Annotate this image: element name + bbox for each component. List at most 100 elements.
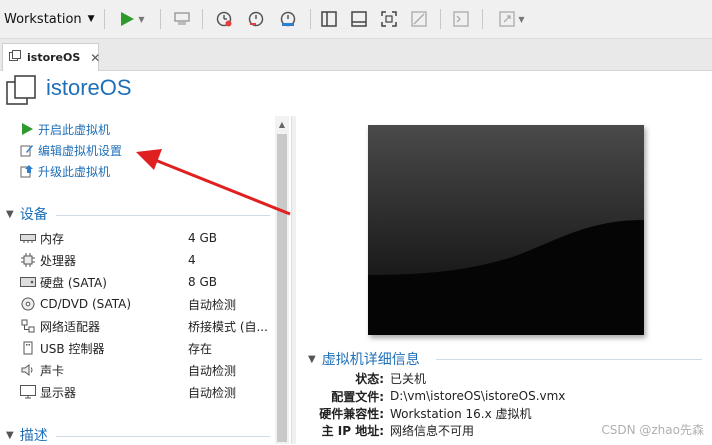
device-value: 自动检测 <box>188 385 237 400</box>
edit-vm-settings-link[interactable]: 编辑虚拟机设置 <box>20 141 122 159</box>
detail-value: 已关机 <box>390 371 427 386</box>
sound-card-icon <box>20 363 36 377</box>
device-row-memory[interactable]: 内存 4 GB <box>20 228 270 248</box>
power-on-button[interactable]: ▼ <box>112 6 152 32</box>
vm-icon <box>9 50 21 65</box>
device-value: 4 <box>188 253 196 267</box>
library-view-icon <box>321 11 337 27</box>
collapse-icon: ▼ <box>308 353 316 365</box>
unity-button[interactable] <box>408 6 430 32</box>
vm-icon <box>6 75 36 110</box>
section-title: 虚拟机详细信息 <box>321 352 420 368</box>
snapshot-manager-icon <box>279 10 297 28</box>
toolbar-divider <box>160 9 161 29</box>
detail-value: Workstation 16.x 虚拟机 <box>390 406 532 421</box>
device-name: 处理器 <box>40 253 77 268</box>
device-value: 4 GB <box>188 231 217 245</box>
cd-dvd-icon <box>20 297 36 311</box>
chevron-down-icon: ▼ <box>518 14 525 24</box>
page-title: istoreOS <box>46 75 132 100</box>
power-on-vm-link[interactable]: 开启此虚拟机 <box>20 120 110 138</box>
scrollbar-thumb[interactable] <box>277 134 287 442</box>
detail-label: 配置文件: <box>331 389 384 404</box>
console-view-button[interactable] <box>348 6 370 32</box>
tab-label: istoreOS <box>27 51 81 64</box>
toolbar-divider <box>440 9 441 29</box>
workstation-menu[interactable]: Workstation ▼ <box>4 6 96 32</box>
action-label: 开启此虚拟机 <box>38 122 111 137</box>
vm-screen-preview[interactable] <box>368 125 644 335</box>
detail-row-config-file: 配置文件: D:\vm\istoreOS\istoreOS.vmx <box>300 387 700 405</box>
usb-icon <box>20 341 36 355</box>
toolbar-divider <box>310 9 311 29</box>
detail-label: 状态: <box>355 371 384 386</box>
device-name: USB 控制器 <box>40 341 105 356</box>
library-view-button[interactable] <box>318 6 340 32</box>
console-view-icon <box>351 11 367 27</box>
unity-icon <box>411 11 427 27</box>
device-value: 存在 <box>188 341 213 356</box>
revert-snapshot-button[interactable] <box>244 6 268 32</box>
terminal-button[interactable] <box>450 6 472 32</box>
terminal-icon <box>453 11 469 27</box>
full-screen-button[interactable] <box>378 6 400 32</box>
device-value: 桥接模式 (自... <box>188 319 268 334</box>
description-section-header[interactable]: ▼ 描述 <box>6 425 48 445</box>
action-label: 编辑虚拟机设置 <box>38 143 123 158</box>
send-ctrl-alt-del-button[interactable] <box>170 6 194 32</box>
tab-strip: istoreOS ✕ <box>0 39 712 71</box>
section-divider <box>56 215 270 216</box>
detail-value: D:\vm\istoreOS\istoreOS.vmx <box>390 389 566 403</box>
device-value: 8 GB <box>188 275 217 289</box>
stretch-button[interactable]: ▼ <box>492 6 532 32</box>
device-value: 自动检测 <box>188 297 237 312</box>
device-row-hard-disk[interactable]: 硬盘 (SATA) 8 GB <box>20 272 270 292</box>
device-row-network-adapter[interactable]: 网络适配器 桥接模式 (自... <box>20 316 270 336</box>
toolbar-divider <box>482 9 483 29</box>
play-icon <box>119 11 135 27</box>
memory-icon <box>20 231 36 245</box>
close-icon[interactable]: ✕ <box>90 51 100 65</box>
vm-details-section-header[interactable]: ▼ 虚拟机详细信息 <box>308 349 420 369</box>
device-name: 显示器 <box>40 385 77 400</box>
toolbar-divider <box>104 9 105 29</box>
processor-icon <box>20 253 36 267</box>
tab-istoreos[interactable]: istoreOS ✕ <box>2 43 100 71</box>
network-adapter-icon <box>20 319 36 333</box>
snapshot-manager-button[interactable] <box>276 6 300 32</box>
device-row-sound-card[interactable]: 声卡 自动检测 <box>20 360 270 380</box>
take-snapshot-button[interactable] <box>212 6 236 32</box>
display-icon <box>20 385 36 399</box>
devices-section-header[interactable]: ▼ 设备 <box>6 204 48 224</box>
toolbar-divider <box>202 9 203 29</box>
scroll-up-icon[interactable]: ▲ <box>275 116 289 132</box>
device-name: 硬盘 (SATA) <box>40 275 107 290</box>
workstation-label: Workstation <box>4 11 82 27</box>
upgrade-vm-link[interactable]: 升级此虚拟机 <box>20 162 110 180</box>
snapshot-icon <box>215 10 233 28</box>
detail-row-state: 状态: 已关机 <box>300 369 700 387</box>
detail-row-hardware-compat: 硬件兼容性: Workstation 16.x 虚拟机 <box>300 404 700 422</box>
device-name: 声卡 <box>40 363 65 378</box>
full-screen-icon <box>381 11 397 27</box>
pane-splitter[interactable] <box>291 116 296 444</box>
section-title: 设备 <box>19 207 48 223</box>
left-pane-scrollbar[interactable]: ▲ <box>275 116 289 444</box>
watermark: CSDN @zhao先森 <box>601 423 704 437</box>
device-name: 网络适配器 <box>40 319 101 334</box>
edit-settings-icon <box>20 143 34 157</box>
device-value: 自动检测 <box>188 363 237 378</box>
action-label: 升级此虚拟机 <box>38 164 111 179</box>
vm-header: istoreOS <box>0 71 712 115</box>
collapse-icon: ▼ <box>6 208 14 220</box>
device-name: CD/DVD (SATA) <box>40 297 132 311</box>
stretch-icon <box>499 11 516 27</box>
section-divider <box>56 436 270 437</box>
device-row-usb-controller[interactable]: USB 控制器 存在 <box>20 338 270 358</box>
device-row-processor[interactable]: 处理器 4 <box>20 250 270 270</box>
collapse-icon: ▼ <box>6 429 14 441</box>
detail-label: 主 IP 地址: <box>321 423 384 438</box>
device-row-cd-dvd[interactable]: CD/DVD (SATA) 自动检测 <box>20 294 270 314</box>
device-row-display[interactable]: 显示器 自动检测 <box>20 382 270 402</box>
revert-snapshot-icon <box>247 10 265 28</box>
